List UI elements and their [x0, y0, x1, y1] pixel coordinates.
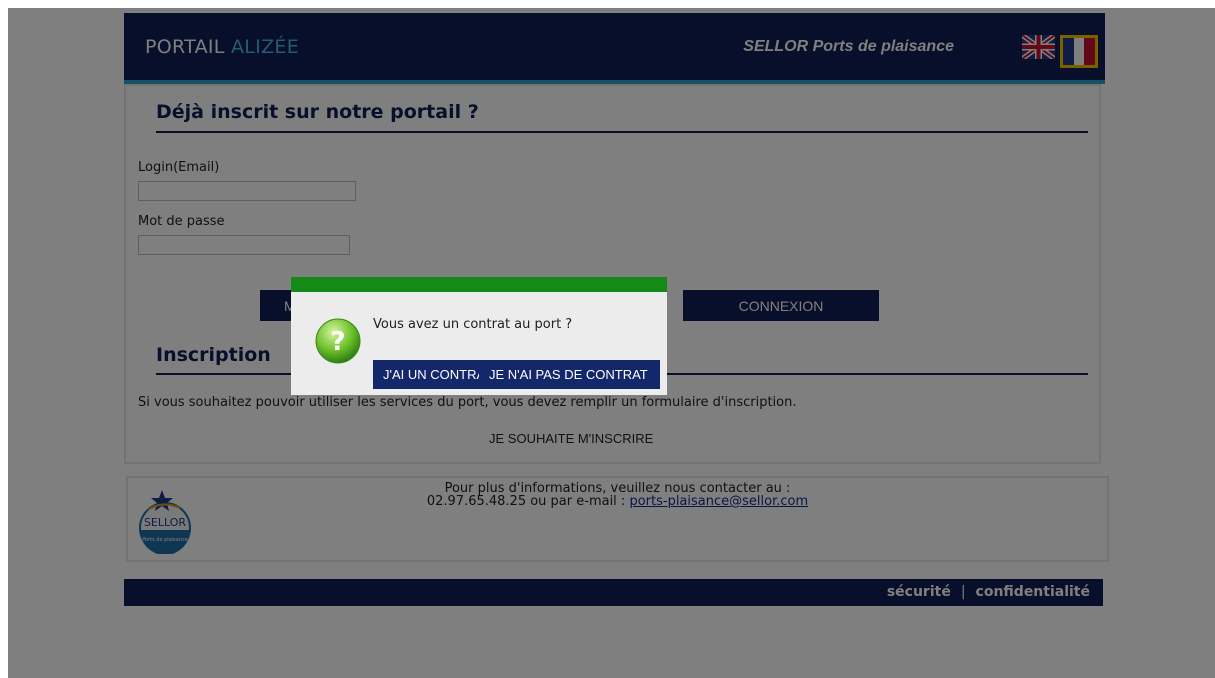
no-contract-button[interactable]: JE N'AI PAS DE CONTRAT — [479, 360, 660, 389]
dialog-question: Vous avez un contrat au port ? — [373, 317, 573, 332]
has-contract-button[interactable]: J'AI UN CONTRAT — [373, 360, 481, 389]
question-icon: ? — [315, 318, 361, 364]
dialog-title-bar — [291, 277, 667, 292]
svg-text:?: ? — [330, 327, 345, 357]
contract-dialog: ? Vous avez un contrat au port ? J'AI UN… — [291, 277, 667, 395]
